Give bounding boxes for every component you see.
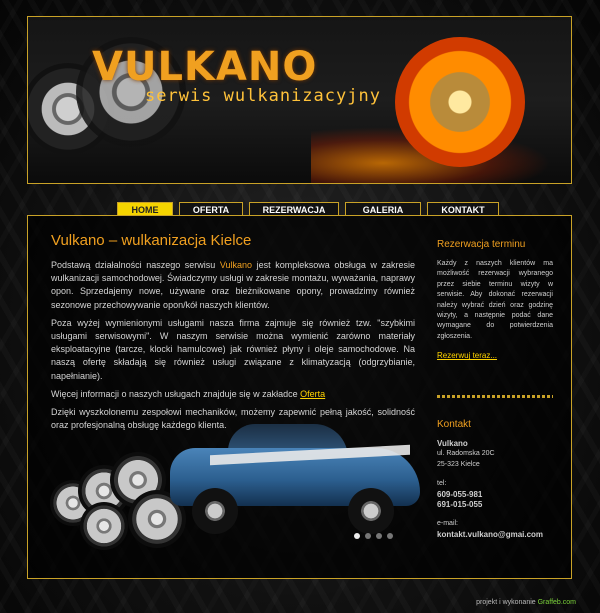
email-label: e-mail: <box>437 520 459 528</box>
paragraph-more-info: Więcej informacji o naszych usługach zna… <box>51 388 415 401</box>
phone-1: 609-055-981 <box>437 489 483 499</box>
paragraph-intro: Podstawą działalności naszego serwisu Vu… <box>51 259 415 312</box>
reserve-now-link[interactable]: Rezerwuj teraz... <box>437 351 553 361</box>
reservation-text: Każdy z naszych klientów ma możliwość re… <box>437 260 553 340</box>
footer-brand-link[interactable]: Graffeb.com <box>538 599 576 606</box>
page-title: Vulkano – wulkanizacja Kielce <box>51 232 252 249</box>
text-span: Więcej informacji o naszych usługach zna… <box>51 388 301 399</box>
sidebar-divider <box>437 395 553 398</box>
paragraph-services: Poza wyżej wymienionymi usługami nasza f… <box>51 317 415 381</box>
email-address[interactable]: kontakt.vulkano@gmai.com <box>437 530 553 540</box>
phone-2: 691-015-055 <box>437 500 483 510</box>
oferta-link[interactable]: Oferta <box>300 389 325 399</box>
footer-text: projekt i wykonanie <box>476 599 538 606</box>
burning-wheel-image <box>395 37 525 167</box>
blue-muscle-car-image <box>170 420 420 538</box>
site-logo[interactable]: VULKANO <box>92 44 317 90</box>
main-content: Podstawą działalności naszego serwisu Vu… <box>51 259 415 437</box>
nav-kontakt[interactable]: KONTAKT <box>427 202 499 216</box>
car-wheel <box>348 488 394 534</box>
slide-dot[interactable] <box>376 533 382 539</box>
address-city: 25-323 Kielce <box>437 460 480 468</box>
slide-dot[interactable] <box>354 533 360 539</box>
contact-title: Kontakt <box>437 419 471 430</box>
slider-pagination <box>354 533 393 539</box>
address-street: ul. Radomska 20C <box>437 450 495 458</box>
reservation-title: Rezerwacja terminu <box>437 239 526 250</box>
site-slogan: serwis wulkanizacyjny <box>145 86 381 106</box>
main-nav: HOME OFERTA REZERWACJA GALERIA KONTAKT <box>117 202 499 216</box>
brand-highlight: Vulkano <box>219 260 253 270</box>
nav-galeria[interactable]: GALERIA <box>345 202 421 216</box>
nav-rezerwacja[interactable]: REZERWACJA <box>249 202 339 216</box>
footer-credits: projekt i wykonanie Graffeb.com <box>476 599 576 606</box>
slide-dot[interactable] <box>387 533 393 539</box>
slide-dot[interactable] <box>365 533 371 539</box>
nav-home[interactable]: HOME <box>117 202 173 216</box>
car-wheel <box>192 488 238 534</box>
reservation-box: Rezerwacja terminu Każdy z naszych klien… <box>437 239 553 362</box>
text-span: Podstawą działalności naszego serwisu <box>51 260 220 270</box>
contact-box: Kontakt Vulkano ul. Radomska 20C 25-323 … <box>437 419 553 540</box>
company-name: Vulkano <box>437 439 468 448</box>
tel-label: tel: <box>437 480 447 488</box>
nav-oferta[interactable]: OFERTA <box>179 202 243 216</box>
